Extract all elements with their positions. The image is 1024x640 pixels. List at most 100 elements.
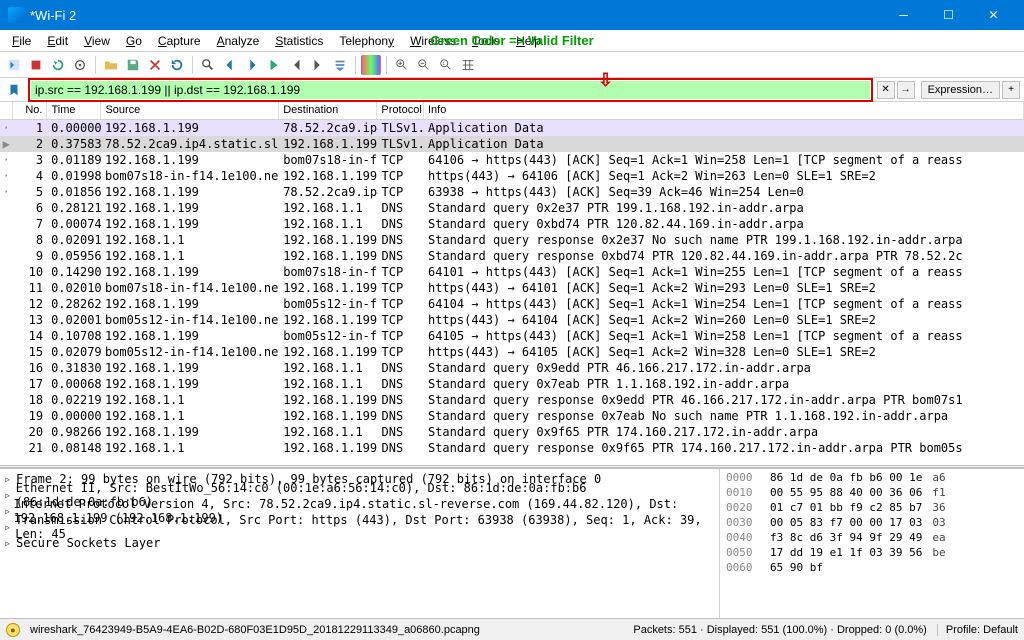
zoom-reset-icon[interactable]: 1	[436, 55, 456, 75]
bookmark-filter-icon[interactable]	[4, 80, 24, 100]
clear-filter-button[interactable]: ✕	[877, 81, 895, 99]
cell-source: 192.168.1.1	[101, 248, 279, 264]
expand-icon[interactable]: ▹	[4, 504, 14, 518]
hex-row[interactable]: 0040f3 8c d6 3f 94 9f 29 49ea	[726, 531, 1018, 546]
packet-row[interactable]: ·10.000000192.168.1.19978.52.2ca9.ip4.st…	[0, 120, 1024, 136]
hex-row[interactable]: 002001 c7 01 bb f9 c2 85 b736	[726, 501, 1018, 516]
maximize-button[interactable]: ☐	[926, 0, 971, 30]
col-no[interactable]: No.	[13, 102, 48, 119]
menu-go[interactable]: Go	[118, 32, 150, 50]
go-prev-icon[interactable]	[220, 55, 240, 75]
cell-protocol: TCP	[378, 280, 424, 296]
col-source[interactable]: Source	[101, 102, 279, 119]
cell-protocol: DNS	[378, 216, 424, 232]
expression-button[interactable]: Expression…	[921, 81, 1000, 99]
menu-analyze[interactable]: Analyze	[209, 32, 268, 50]
cell-time: 0.018562	[47, 184, 101, 200]
annotation-text: Green Color => Valid Filter	[430, 33, 593, 48]
cell-protocol: DNS	[378, 440, 424, 456]
expand-icon[interactable]: ▹	[4, 520, 15, 534]
resize-columns-icon[interactable]	[458, 55, 478, 75]
packet-row[interactable]: 150.020798bom05s12-in-f14.1e100.net192.1…	[0, 344, 1024, 360]
add-filter-button[interactable]: +	[1002, 81, 1020, 99]
menu-edit[interactable]: Edit	[39, 32, 76, 50]
minimize-button[interactable]: ─	[881, 0, 926, 30]
hex-row[interactable]: 001000 55 95 88 40 00 36 06f1	[726, 486, 1018, 501]
cell-no: 12	[12, 296, 47, 312]
profile-label[interactable]: Profile: Default	[937, 624, 1018, 636]
packet-row[interactable]: ▶20.37583078.52.2ca9.ip4.static.sl-rever…	[0, 136, 1024, 152]
col-destination[interactable]: Destination	[279, 102, 377, 119]
apply-filter-button[interactable]: →	[897, 81, 915, 99]
packet-row[interactable]: 80.020917192.168.1.1192.168.1.199DNSStan…	[0, 232, 1024, 248]
menu-view[interactable]: View	[76, 32, 118, 50]
packet-row[interactable]: 160.318301192.168.1.199192.168.1.1DNSSta…	[0, 360, 1024, 376]
packet-bytes-hex[interactable]: 000086 1d de 0a fb b6 00 1ea6001000 55 9…	[719, 469, 1024, 618]
start-capture-icon[interactable]	[4, 55, 24, 75]
go-last-icon[interactable]	[308, 55, 328, 75]
packet-row[interactable]: 170.000686192.168.1.199192.168.1.1DNSSta…	[0, 376, 1024, 392]
save-file-icon[interactable]	[123, 55, 143, 75]
packet-row[interactable]: 90.059564192.168.1.1192.168.1.199DNSStan…	[0, 248, 1024, 264]
packet-row[interactable]: 190.000004192.168.1.1192.168.1.199DNSSta…	[0, 408, 1024, 424]
packet-row[interactable]: ·30.011897192.168.1.199bom07s18-in-f14.1…	[0, 152, 1024, 168]
packet-row[interactable]: 60.281217192.168.1.199192.168.1.1DNSStan…	[0, 200, 1024, 216]
zoom-out-icon[interactable]	[414, 55, 434, 75]
packet-list[interactable]: ·10.000000192.168.1.19978.52.2ca9.ip4.st…	[0, 120, 1024, 465]
hex-row[interactable]: 005017 dd 19 e1 1f 03 39 56be	[726, 546, 1018, 561]
cell-destination: 192.168.1.199	[279, 392, 377, 408]
col-time[interactable]: Time	[47, 102, 101, 119]
expand-icon[interactable]: ▹	[4, 536, 16, 550]
packet-details-tree[interactable]: ▹Frame 2: 99 bytes on wire (792 bits), 9…	[0, 469, 719, 618]
packet-row[interactable]: ·40.019986bom07s18-in-f14.1e100.net192.1…	[0, 168, 1024, 184]
tree-item[interactable]: ▹Transmission Control Protocol, Src Port…	[4, 519, 715, 535]
open-file-icon[interactable]	[101, 55, 121, 75]
col-protocol[interactable]: Protocol	[377, 102, 424, 119]
packet-row[interactable]: ·50.018562192.168.1.19978.52.2ca9.ip4.st…	[0, 184, 1024, 200]
packet-row[interactable]: 200.982668192.168.1.199192.168.1.1DNSSta…	[0, 424, 1024, 440]
display-filter-input[interactable]	[31, 81, 870, 99]
packet-row[interactable]: 120.282625192.168.1.199bom05s12-in-f14.1…	[0, 296, 1024, 312]
zoom-in-icon[interactable]	[392, 55, 412, 75]
cell-protocol: TCP	[378, 184, 424, 200]
col-info[interactable]: Info	[424, 102, 1024, 119]
packet-row[interactable]: 70.000741192.168.1.199192.168.1.1DNSStan…	[0, 216, 1024, 232]
packet-row[interactable]: 180.022196192.168.1.1192.168.1.199DNSSta…	[0, 392, 1024, 408]
go-next-icon[interactable]	[242, 55, 262, 75]
hex-row[interactable]: 006065 90 bf	[726, 561, 1018, 576]
packet-row[interactable]: 100.142901192.168.1.199bom07s18-in-f14.1…	[0, 264, 1024, 280]
cell-info: 64101 → https(443) [ACK] Seq=1 Ack=1 Win…	[424, 264, 1024, 280]
restart-capture-icon[interactable]	[48, 55, 68, 75]
go-first-icon[interactable]	[286, 55, 306, 75]
expert-info-icon[interactable]: ●	[6, 623, 20, 637]
cell-no: 19	[12, 408, 47, 424]
stop-capture-icon[interactable]	[26, 55, 46, 75]
close-button[interactable]: ✕	[971, 0, 1016, 30]
go-to-packet-icon[interactable]	[264, 55, 284, 75]
cell-source: bom07s18-in-f14.1e100.net	[101, 280, 279, 296]
packet-row[interactable]: 140.107080192.168.1.199bom05s12-in-f14.1…	[0, 328, 1024, 344]
expand-icon[interactable]: ▹	[4, 472, 16, 486]
menu-statistics[interactable]: Statistics	[267, 32, 331, 50]
auto-scroll-icon[interactable]	[330, 55, 350, 75]
menu-capture[interactable]: Capture	[150, 32, 209, 50]
capture-options-icon[interactable]	[70, 55, 90, 75]
packet-row[interactable]: 110.020108bom07s18-in-f14.1e100.net192.1…	[0, 280, 1024, 296]
hex-row[interactable]: 000086 1d de 0a fb b6 00 1ea6	[726, 471, 1018, 486]
cell-destination: bom05s12-in-f14.1e…	[279, 296, 377, 312]
cell-info: 64106 → https(443) [ACK] Seq=1 Ack=1 Win…	[424, 152, 1024, 168]
capture-file-label: wireshark_76423949-B5A9-4EA6-B02D-680F03…	[30, 624, 480, 636]
menu-telephony[interactable]: Telephony	[331, 32, 402, 50]
colorize-icon[interactable]	[361, 55, 381, 75]
hex-row[interactable]: 003000 05 83 f7 00 00 17 0303	[726, 516, 1018, 531]
cell-info: https(443) → 64101 [ACK] Seq=1 Ack=2 Win…	[424, 280, 1024, 296]
packet-row[interactable]: 130.020010bom05s12-in-f14.1e100.net192.1…	[0, 312, 1024, 328]
find-packet-icon[interactable]	[198, 55, 218, 75]
related-marker	[0, 376, 12, 392]
close-file-icon[interactable]	[145, 55, 165, 75]
packet-list-header: No. Time Source Destination Protocol Inf…	[0, 102, 1024, 120]
reload-file-icon[interactable]	[167, 55, 187, 75]
cell-source: 192.168.1.199	[101, 184, 279, 200]
menu-file[interactable]: File	[4, 32, 39, 50]
packet-row[interactable]: 210.081489192.168.1.1192.168.1.199DNSSta…	[0, 440, 1024, 456]
